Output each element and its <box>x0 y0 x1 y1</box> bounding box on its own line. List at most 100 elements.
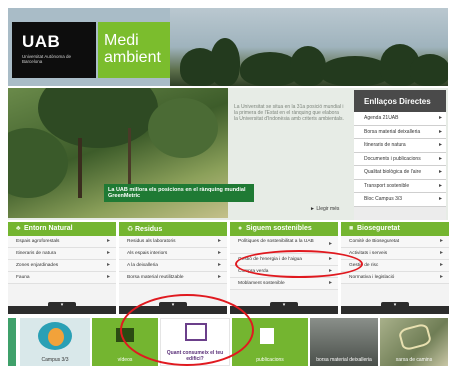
feature-intro-text: La Universitat se situa en la 31a posici… <box>234 104 344 122</box>
direct-link-transport[interactable]: Transport sostenible ▸ <box>354 179 446 193</box>
column-header[interactable]: ● Siguem sostenibles <box>230 222 338 236</box>
arrow-right-icon: ▸ <box>438 169 442 175</box>
column-link[interactable]: Espais agroforestals ▸ <box>8 236 116 248</box>
column-link[interactable]: Als espais interiors ▸ <box>119 248 227 260</box>
column-link[interactable]: Zones enjardinades ▸ <box>8 260 116 272</box>
campus-logo-accent <box>48 328 64 346</box>
direct-link-blog[interactable]: Bloc Campus 3/3 ▸ <box>354 193 446 207</box>
column-link-label: Normativa i legislació <box>349 275 395 280</box>
feature-caption[interactable]: La UAB millora els posicions en el rànqu… <box>104 184 254 202</box>
tile-label: publicacions <box>256 357 284 363</box>
read-more-label: Llegir més <box>316 206 340 212</box>
arrow-right-icon: ▸ <box>217 274 221 280</box>
column-link-label: Borsa material reutilitzable <box>127 275 184 280</box>
category-columns: ♣ Entorn Natural Espais agroforestals ▸ It… <box>8 222 449 314</box>
map-paths-icon <box>397 322 433 352</box>
highlight-circle-energy-link <box>235 250 363 278</box>
arrow-right-icon: ▸ <box>106 238 110 244</box>
page: UAB Universitat Autònoma de Barcelona Me… <box>8 8 449 366</box>
column-footer: ▾ <box>341 302 449 314</box>
column-link[interactable]: Normativa i legislació ▸ <box>341 272 449 284</box>
direct-link-documents[interactable]: Documents i publicacions ▸ <box>354 152 446 166</box>
direct-links-panel: Enllaços Directes Agenda 21UAB ▸ Borsa ma… <box>354 90 446 220</box>
direct-link-itineraries[interactable]: Itineraris de natura ▸ <box>354 139 446 153</box>
direct-link-material[interactable]: Borsa material deixalleria ▸ <box>354 125 446 139</box>
direct-link-label: Borsa material deixalleria <box>364 128 421 135</box>
expand-tab-icon[interactable]: ▾ <box>48 302 76 310</box>
column-link[interactable]: Moblament sostenible ▸ <box>230 278 338 290</box>
column-title: Siguem sostenibles <box>246 225 312 232</box>
arrow-right-icon: ▸ <box>438 155 442 162</box>
arrow-right-icon: ▸ <box>439 238 443 244</box>
uab-logo[interactable]: UAB Universitat Autònoma de Barcelona <box>12 22 96 78</box>
arrow-right-icon: ▸ <box>438 196 442 202</box>
highlight-circle-consumption-tile <box>120 294 254 366</box>
tile-label: Campus 3/3 <box>41 357 69 363</box>
recycle-icon: ♻ <box>127 226 134 233</box>
direct-link-label: Agenda 21UAB <box>364 115 399 121</box>
arrow-right-icon: ▸ <box>328 241 332 247</box>
column-header[interactable]: ♻ Residus <box>119 222 227 236</box>
direct-links-title: Enllaços Directes <box>354 90 446 112</box>
column-link[interactable]: A la deixalleria ▸ <box>119 260 227 272</box>
column-link[interactable]: Comitè de Bioseguretat ▸ <box>341 236 449 248</box>
arrow-right-icon: ▸ <box>217 238 221 244</box>
logo-text: UAB <box>22 32 61 51</box>
arrow-right-icon: ▸ <box>217 262 221 268</box>
arrow-right-icon: ▸ <box>438 115 442 121</box>
column-link[interactable]: Residus als laboratoris ▸ <box>119 236 227 248</box>
arrow-right-icon: ▸ <box>439 262 443 268</box>
expand-tab-icon[interactable]: ▾ <box>381 302 409 310</box>
column-link[interactable]: Fauna ▸ <box>8 272 116 284</box>
arrow-right-icon: ▸ <box>439 274 443 280</box>
direct-link-air-quality[interactable]: Qualitat biològica de l'aire ▸ <box>354 166 446 180</box>
column-link-label: Als espais interiors <box>127 251 168 256</box>
direct-link-label: Itineraris de natura <box>364 142 406 148</box>
column-header[interactable]: ■ Bioseguretat <box>341 222 449 236</box>
direct-link-label: Documents i publicacions <box>364 155 421 162</box>
column-link-label: Activitats i serveis <box>349 251 388 256</box>
column-entorn-natural: ♣ Entorn Natural Espais agroforestals ▸ It… <box>8 222 116 314</box>
leaf-icon: ♣ <box>16 225 21 232</box>
paths-network-tile[interactable]: xarxa de camins <box>380 318 448 366</box>
arrow-right-icon: ▸ <box>328 280 332 286</box>
tile-label: borsa material deixalleria <box>316 357 372 363</box>
column-link-label: Espais agroforestals <box>16 239 60 244</box>
column-link-label: Polítiques de sostenibilitat a la UAB <box>238 239 314 244</box>
column-link-label: Fauna <box>16 275 30 280</box>
direct-link-agenda[interactable]: Agenda 21UAB ▸ <box>354 112 446 126</box>
material-exchange-tile[interactable]: borsa material deixalleria <box>310 318 378 366</box>
column-footer: ▾ <box>8 302 116 314</box>
feature-area: La UAB millora els posicions en el rànqu… <box>8 88 448 220</box>
column-link[interactable]: Itineraris de natura ▸ <box>8 248 116 260</box>
column-link[interactable]: Borsa material reutilitzable ▸ <box>119 272 227 284</box>
read-more-link[interactable]: ► Llegir més <box>310 206 339 212</box>
carousel-edge <box>8 318 16 366</box>
arrow-right-icon: ▸ <box>106 250 110 256</box>
direct-link-label: Qualitat biològica de l'aire <box>364 169 422 175</box>
arrow-right-icon: ▸ <box>438 142 442 148</box>
shield-icon: ■ <box>349 225 354 232</box>
header: UAB Universitat Autònoma de Barcelona Me… <box>8 8 448 86</box>
header-landscape-image <box>170 8 448 86</box>
column-title: Bioseguretat <box>357 225 400 232</box>
campus-tile[interactable]: Campus 3/3 <box>20 318 90 366</box>
column-link-label: Moblament sostenible <box>238 281 285 286</box>
tile-label: xarxa de camins <box>395 357 433 363</box>
arrow-right-icon: ▸ <box>217 250 221 256</box>
column-link-label: A la deixalleria <box>127 263 158 268</box>
arrow-right-icon: ▸ <box>439 250 443 256</box>
column-link-label: Itineraris de natura <box>16 251 56 256</box>
expand-tab-icon[interactable]: ▾ <box>270 302 298 310</box>
column-link-label: Comitè de Bioseguretat <box>349 239 400 244</box>
brand-line-1: Medi <box>104 32 139 49</box>
logo-subtitle: Universitat Autònoma de Barcelona <box>22 54 72 64</box>
brand-line-2: ambient <box>104 49 161 66</box>
arrow-right-icon: ▸ <box>106 274 110 280</box>
column-title: Entorn Natural <box>24 225 73 232</box>
arrow-right-icon: ▸ <box>106 262 110 268</box>
column-link-label: Zones enjardinades <box>16 263 59 268</box>
column-header[interactable]: ♣ Entorn Natural <box>8 222 116 236</box>
document-icon <box>260 328 274 344</box>
medi-ambient-brand[interactable]: Medi ambient <box>98 22 170 78</box>
